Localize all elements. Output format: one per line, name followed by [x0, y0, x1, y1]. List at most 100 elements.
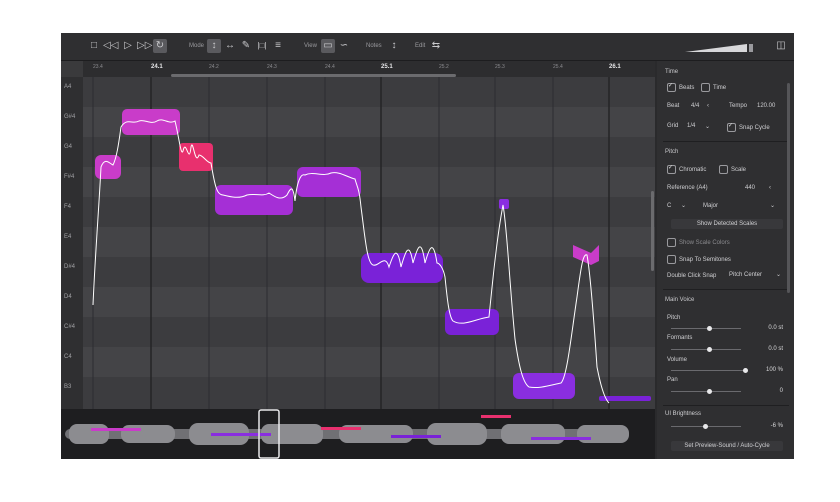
pitch-slider[interactable] — [671, 326, 741, 331]
beat-label: Beat — [667, 103, 680, 109]
note-height-icon[interactable]: ↕ — [387, 39, 401, 53]
key-label: F4 — [64, 204, 72, 210]
slider-knob[interactable] — [707, 326, 712, 331]
mode-select[interactable]: Major ⌄ — [703, 201, 779, 211]
stop-icon[interactable]: □ — [87, 39, 101, 53]
fast-forward-icon[interactable]: ▷▷ — [137, 39, 152, 53]
rewind-icon[interactable]: ◁◁ — [103, 39, 118, 53]
key-label: F#4 — [64, 174, 75, 180]
ruler-tick: 24.2 — [209, 64, 219, 70]
app-window: □ ◁◁ ▷ ▷▷ ↻ Mode ↕ ↔ ✎ |□| ≡ View ▭ ∽ No… — [61, 33, 794, 459]
pitch-value[interactable]: 0.0 st — [753, 325, 783, 331]
scale-checkbox[interactable]: Scale — [719, 165, 746, 174]
sidebar-scrollbar[interactable] — [787, 83, 790, 293]
key-label: D#4 — [64, 264, 76, 270]
sidebar-toggle-icon[interactable]: ◫ — [774, 39, 788, 53]
ruler-tick: 26.1 — [609, 64, 621, 70]
ruler-tick: 24.1 — [151, 64, 163, 70]
overview-strip[interactable] — [61, 409, 655, 459]
key-label: D4 — [64, 294, 72, 300]
key-label: B3 — [64, 384, 72, 390]
pan-label: Pan — [667, 377, 678, 383]
chromatic-checkbox[interactable]: Chromatic — [667, 164, 706, 174]
beat-value[interactable]: 4/4 — [691, 103, 699, 109]
vertical-scrollbar[interactable] — [651, 191, 654, 271]
note-blob[interactable] — [513, 373, 575, 399]
note-blob[interactable] — [95, 155, 121, 179]
divider — [663, 289, 789, 290]
set-preview-sound-button[interactable]: Set Preview-Sound / Auto-Cycle — [671, 441, 783, 451]
note-blob[interactable] — [215, 185, 293, 215]
checkbox-icon — [667, 238, 676, 247]
curve-view-icon[interactable]: ∽ — [337, 39, 351, 53]
blob-view-icon[interactable]: ▭ — [321, 39, 335, 53]
slider-knob[interactable] — [743, 368, 748, 373]
ruler-tick: 25.3 — [495, 64, 505, 70]
ui-brightness-slider[interactable] — [671, 424, 741, 429]
volume-label: Volume — [667, 357, 688, 363]
output-volume-meter[interactable] — [685, 44, 755, 52]
pan-value[interactable]: 0 — [753, 388, 783, 394]
slider-knob[interactable] — [707, 347, 712, 352]
ui-brightness-label: UI Brightness — [665, 411, 702, 417]
key-select[interactable]: C ⌄ — [667, 201, 695, 211]
show-detected-scales-button[interactable]: Show Detected Scales — [671, 219, 783, 229]
beat-dropdown-icon[interactable]: ‹ — [707, 103, 709, 109]
main-voice-section-title: Main Voice — [665, 297, 695, 303]
check-icon — [727, 122, 736, 132]
ruler-tick: 25.1 — [381, 64, 393, 70]
key-label: A4 — [64, 84, 72, 90]
formants-value[interactable]: 0.0 st — [753, 346, 783, 352]
ui-brightness-value[interactable]: -6 % — [753, 423, 783, 429]
beats-checkbox[interactable]: Beats — [667, 82, 694, 92]
play-icon[interactable]: ▷ — [121, 39, 135, 53]
inspector-sidebar: Time Beats Time Beat 4/4 ‹ Tempo 120.00 … — [657, 61, 794, 459]
loop-icon[interactable]: ↻ — [153, 39, 167, 53]
align-icon[interactable]: ≡ — [271, 39, 285, 53]
checkbox-icon — [701, 83, 710, 92]
chevron-down-icon: ⌄ — [681, 203, 687, 209]
note-blob[interactable] — [361, 253, 443, 283]
tempo-label: Tempo — [729, 103, 748, 109]
note-blob[interactable] — [297, 167, 361, 197]
grid-dropdown-icon[interactable]: ⌄ — [705, 123, 710, 130]
reference-dropdown-icon[interactable]: ‹ — [769, 185, 771, 191]
note-grid[interactable] — [83, 77, 655, 409]
pencil-icon[interactable]: ✎ — [239, 39, 253, 53]
snap-to-semitones-checkbox[interactable]: Snap To Semitones — [667, 255, 731, 264]
reference-label: Reference (A4) — [667, 185, 708, 191]
pitch-editor[interactable]: 23.4 24.1 24.2 24.3 24.4 25.1 25.2 25.3 … — [61, 61, 655, 409]
horizontal-move-icon[interactable]: ↔ — [223, 39, 237, 53]
note-blob[interactable] — [445, 309, 499, 335]
ruler-tick: 25.4 — [553, 64, 563, 70]
pitch-label: Pitch — [667, 315, 681, 321]
snap-cycle-checkbox[interactable]: Snap Cycle — [727, 122, 770, 132]
grid-value[interactable]: 1/4 — [687, 123, 695, 129]
divider — [663, 405, 789, 406]
timeline-ruler[interactable]: 23.4 24.1 24.2 24.3 24.4 25.1 25.2 25.3 … — [83, 61, 655, 77]
toolbar: □ ◁◁ ▷ ▷▷ ↻ Mode ↕ ↔ ✎ |□| ≡ View ▭ ∽ No… — [61, 33, 794, 61]
check-icon — [667, 82, 676, 92]
tempo-value[interactable]: 120.00 — [757, 103, 775, 109]
volume-value[interactable]: 100 % — [753, 367, 783, 373]
undo-redo-icon[interactable]: ⇆ — [429, 39, 443, 53]
slider-knob[interactable] — [703, 424, 708, 429]
formants-slider[interactable] — [671, 347, 741, 352]
pan-slider[interactable] — [671, 389, 741, 394]
key-label: C#4 — [64, 324, 76, 330]
pointer-tool-icon[interactable]: ↕ — [207, 39, 221, 53]
key-label: E4 — [64, 234, 72, 240]
note-blob[interactable] — [499, 199, 509, 209]
key-label: C4 — [64, 354, 72, 360]
double-click-snap-select[interactable]: Pitch Center ⌄ — [729, 270, 781, 280]
overview-waveform — [65, 423, 629, 445]
reference-value[interactable]: 440 — [745, 185, 755, 191]
volume-slider[interactable] — [671, 368, 748, 373]
show-scale-colors-checkbox[interactable]: Show Scale Colors — [667, 238, 730, 247]
check-icon — [667, 164, 676, 174]
split-icon[interactable]: |□| — [255, 39, 269, 53]
time-checkbox[interactable]: Time — [701, 83, 726, 92]
slider-knob[interactable] — [707, 389, 712, 394]
pitch-section-title: Pitch — [665, 149, 679, 155]
notes-label: Notes — [366, 43, 382, 49]
